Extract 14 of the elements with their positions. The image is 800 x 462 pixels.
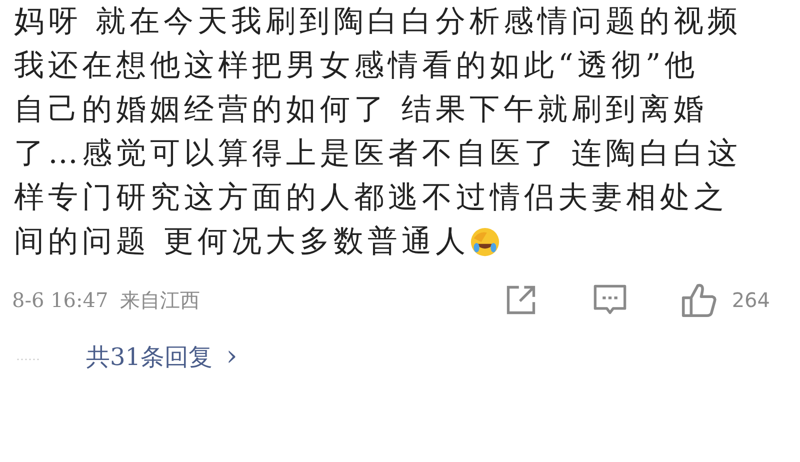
comment-source: 来自江西 bbox=[120, 286, 200, 314]
thumbs-up-icon[interactable] bbox=[680, 281, 718, 319]
comment-text-line: 自己的婚姻经营的如何了 结果下午就刷到离婚 bbox=[14, 91, 708, 129]
reply-dots: …… bbox=[16, 349, 41, 363]
comment-time: 8-6 16:47 bbox=[12, 288, 108, 312]
comment-text-line: 妈呀 就在今天我刷到陶白白分析感情问题的视频 bbox=[14, 3, 742, 41]
comment-icon[interactable] bbox=[592, 283, 628, 317]
comment-text-line: 样专门研究这方面的人都逃不过情侣夫妻相处之 bbox=[14, 179, 728, 217]
comment-text-line: 我还在想他这样把男女感情看的如此“透彻”他 bbox=[14, 47, 699, 85]
comment-text-line: 间的问题 更何况大多数普通人 bbox=[14, 223, 470, 261]
comment-text-line: 了…感觉可以算得上是医者不自医了 连陶白白这 bbox=[14, 135, 742, 173]
laughing-crying-emoji-icon bbox=[470, 227, 500, 257]
replies-link[interactable]: 共31条回复 › bbox=[86, 339, 238, 373]
like-count: 264 bbox=[732, 288, 770, 312]
